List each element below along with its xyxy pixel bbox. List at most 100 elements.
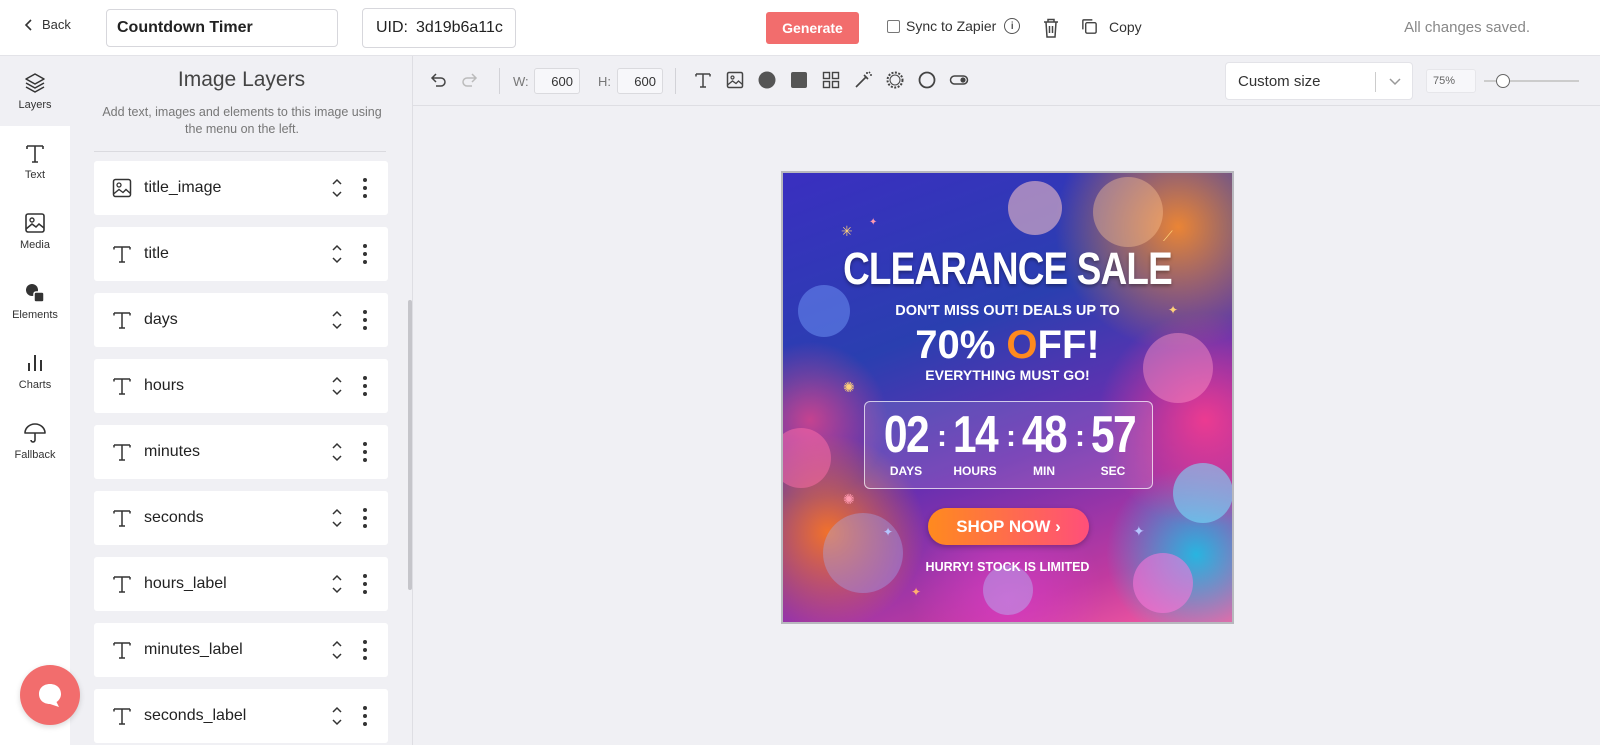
rail-item-media[interactable]: Media bbox=[0, 196, 70, 266]
layer-menu-icon[interactable] bbox=[362, 376, 368, 396]
generate-button[interactable]: Generate bbox=[766, 12, 859, 44]
layer-row-title-image[interactable]: title_image bbox=[94, 161, 388, 215]
sync-checkbox[interactable] bbox=[887, 19, 900, 33]
rail-item-charts[interactable]: Charts bbox=[0, 336, 70, 406]
add-rectangle-button[interactable] bbox=[789, 70, 809, 90]
layer-type-icon bbox=[111, 507, 133, 529]
timer-seconds: 57 SEC bbox=[1082, 406, 1144, 478]
layer-row-hours[interactable]: hours bbox=[94, 359, 388, 413]
toggle-icon bbox=[949, 75, 969, 85]
art-tagline: EVERYTHING MUST GO! bbox=[925, 367, 1090, 383]
layer-menu-icon[interactable] bbox=[362, 640, 368, 660]
reorder-icon[interactable] bbox=[330, 308, 344, 332]
layer-menu-icon[interactable] bbox=[362, 574, 368, 594]
layer-menu-icon[interactable] bbox=[362, 310, 368, 330]
add-circle-button[interactable] bbox=[757, 70, 777, 90]
circle-outline-icon bbox=[918, 71, 936, 89]
layer-row-days[interactable]: days bbox=[94, 293, 388, 347]
layer-row-title[interactable]: title bbox=[94, 227, 388, 281]
reorder-icon[interactable] bbox=[330, 176, 344, 200]
layer-row-minutes[interactable]: minutes bbox=[94, 425, 388, 479]
reorder-icon[interactable] bbox=[330, 242, 344, 266]
image-icon bbox=[726, 71, 744, 89]
sparkle-icon: ✦ bbox=[1133, 523, 1145, 539]
sparkle-icon: ✳ bbox=[841, 223, 853, 239]
reorder-icon[interactable] bbox=[330, 506, 344, 530]
add-toggle-button[interactable] bbox=[949, 70, 969, 90]
rail-item-fallback[interactable]: Fallback bbox=[0, 406, 70, 476]
layer-row-hours-label[interactable]: hours_label bbox=[94, 557, 388, 611]
layer-row-seconds-label[interactable]: seconds_label bbox=[94, 689, 388, 743]
layer-type-icon bbox=[111, 573, 133, 595]
rail-item-text[interactable]: Text bbox=[0, 126, 70, 196]
bokeh-circle bbox=[1173, 463, 1232, 523]
add-image-button[interactable] bbox=[725, 70, 745, 90]
chat-button[interactable] bbox=[20, 665, 80, 725]
layers-panel: Image Layers Add text, images and elemen… bbox=[70, 56, 413, 745]
text-icon bbox=[113, 246, 131, 263]
magic-wand-button[interactable] bbox=[853, 70, 873, 90]
layer-menu-icon[interactable] bbox=[362, 244, 368, 264]
layer-type-icon bbox=[111, 441, 133, 463]
top-bar: Back UID: 3d19b6a11c Generate Sync to Za… bbox=[0, 0, 1600, 56]
layer-row-seconds[interactable]: seconds bbox=[94, 491, 388, 545]
width-label: W: bbox=[513, 74, 529, 89]
timer-days: 02 DAYS bbox=[875, 406, 937, 478]
rail-item-elements[interactable]: Elements bbox=[0, 266, 70, 336]
filled-square-icon bbox=[791, 72, 807, 88]
panel-scrollbar[interactable] bbox=[408, 300, 412, 590]
sparkle-icon: ✦ bbox=[869, 217, 878, 228]
reorder-icon[interactable] bbox=[330, 572, 344, 596]
zoom-level[interactable]: 75% bbox=[1426, 69, 1476, 93]
image-icon bbox=[112, 178, 132, 198]
size-preset-select[interactable]: Custom size bbox=[1225, 62, 1413, 100]
reorder-icon[interactable] bbox=[330, 440, 344, 464]
zoom-slider-thumb[interactable] bbox=[1496, 74, 1510, 88]
layer-name: hours bbox=[144, 377, 185, 394]
add-ring-button[interactable] bbox=[885, 70, 905, 90]
chat-bubble-icon bbox=[39, 684, 61, 707]
grid-icon bbox=[822, 71, 840, 89]
shop-now-cta: SHOP NOW › bbox=[928, 508, 1089, 545]
reorder-icon[interactable] bbox=[330, 704, 344, 728]
rail-label-media: Media bbox=[20, 239, 50, 251]
layer-name: days bbox=[144, 311, 178, 328]
panel-divider bbox=[94, 151, 386, 152]
copy-button[interactable]: Copy bbox=[1080, 17, 1142, 36]
seconds-label: SEC bbox=[1100, 464, 1126, 478]
layer-name: minutes bbox=[144, 443, 201, 460]
height-label: H: bbox=[598, 74, 611, 89]
text-icon bbox=[113, 708, 131, 725]
dashed-ring-icon bbox=[886, 71, 904, 89]
layer-menu-icon[interactable] bbox=[362, 706, 368, 726]
back-button[interactable]: Back bbox=[22, 17, 71, 32]
layer-menu-icon[interactable] bbox=[362, 442, 368, 462]
width-input[interactable] bbox=[534, 68, 580, 94]
info-icon[interactable]: i bbox=[1004, 18, 1021, 34]
add-text-button[interactable] bbox=[693, 70, 713, 90]
height-input[interactable] bbox=[617, 68, 663, 94]
rail-item-layers[interactable]: Layers bbox=[0, 56, 70, 126]
sync-zapier-toggle[interactable]: Sync to Zapier i bbox=[887, 18, 1021, 34]
template-name-input[interactable] bbox=[106, 9, 338, 47]
text-icon bbox=[113, 378, 131, 395]
bokeh-circle bbox=[1093, 177, 1163, 247]
add-outline-circle-button[interactable] bbox=[917, 70, 937, 90]
undo-button[interactable] bbox=[428, 70, 448, 90]
rail-label-layers: Layers bbox=[18, 99, 52, 111]
add-grid-button[interactable] bbox=[821, 70, 841, 90]
layer-menu-icon[interactable] bbox=[362, 508, 368, 528]
layer-type-icon bbox=[111, 177, 133, 199]
layer-menu-icon[interactable] bbox=[362, 178, 368, 198]
redo-button[interactable] bbox=[460, 70, 480, 90]
reorder-icon[interactable] bbox=[330, 374, 344, 398]
reorder-icon[interactable] bbox=[330, 638, 344, 662]
layer-row-minutes-label[interactable]: minutes_label bbox=[94, 623, 388, 677]
copy-label: Copy bbox=[1109, 18, 1142, 35]
art-offer: 70% OFF! bbox=[783, 323, 1232, 368]
size-preset-value: Custom size bbox=[1238, 72, 1321, 90]
design-canvas[interactable]: ✳ ✦ ⟋ ✦ ✺ ✺ ✦ ✦ ✦ CLEARANCE SALE DON'T M… bbox=[781, 171, 1234, 624]
text-icon bbox=[113, 312, 131, 329]
trash-icon[interactable] bbox=[1041, 17, 1061, 39]
layer-name: hours_label bbox=[144, 575, 227, 592]
